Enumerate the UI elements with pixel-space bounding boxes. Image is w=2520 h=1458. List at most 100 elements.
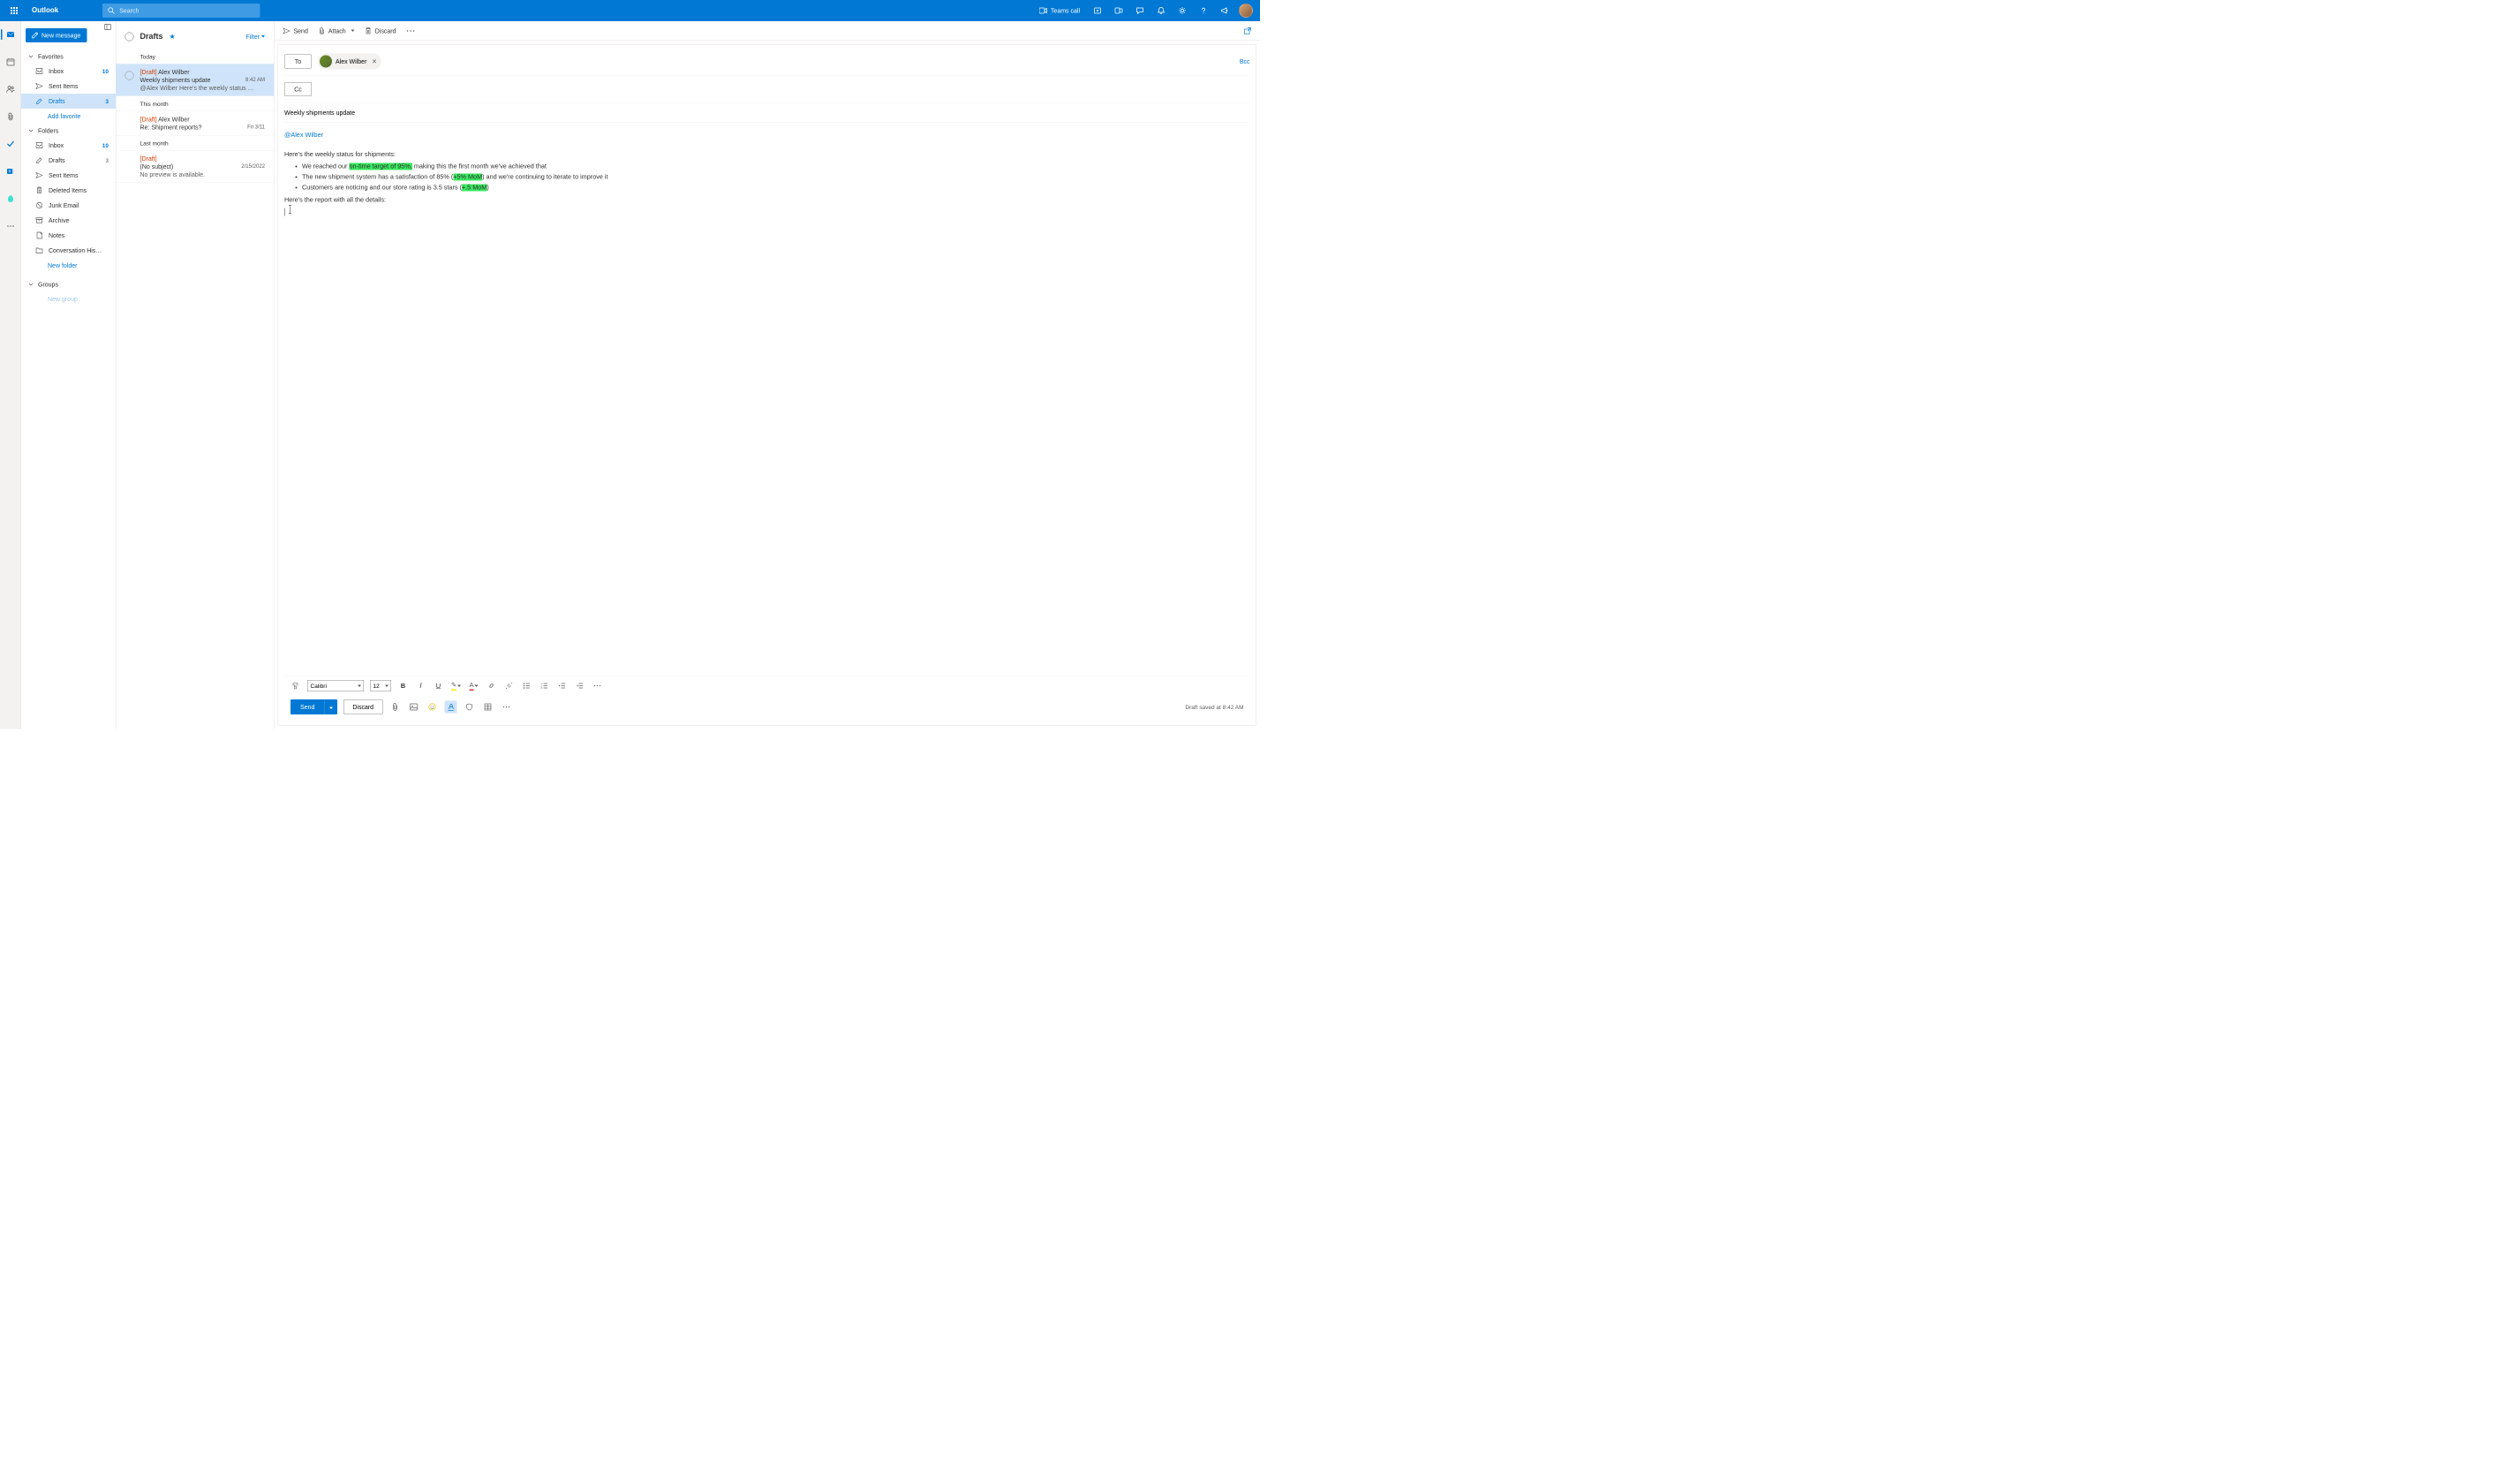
search-input[interactable] [119, 7, 255, 14]
indent-button[interactable] [574, 680, 585, 691]
favorites-section-header[interactable]: Favorites [21, 49, 116, 64]
folders-section-header[interactable]: Folders [21, 124, 116, 138]
nav-item-label: Sent Items [49, 172, 78, 179]
filter-button[interactable]: Filter [245, 33, 265, 40]
help-icon[interactable] [1193, 0, 1214, 21]
star-icon[interactable]: ★ [170, 32, 176, 41]
new-group-link[interactable]: New group [21, 291, 116, 306]
teams-icon[interactable] [1108, 0, 1129, 21]
folder-drafts[interactable]: Drafts 3 [21, 153, 116, 168]
sensitivity-button[interactable] [464, 701, 476, 714]
subject-row[interactable] [284, 103, 1250, 124]
folder-title: Drafts [140, 32, 163, 42]
search-box[interactable] [102, 4, 260, 18]
notifications-icon[interactable] [1151, 0, 1172, 21]
font-size-select[interactable] [370, 680, 391, 691]
new-folder-link[interactable]: New folder [21, 258, 116, 273]
groups-section-header[interactable]: Groups [21, 277, 116, 291]
bullet-list-button[interactable] [521, 680, 532, 691]
more-format-button[interactable] [592, 680, 603, 691]
font-select[interactable] [307, 680, 364, 691]
rail-yammer[interactable]: Y [0, 162, 21, 180]
mention[interactable]: @Alex Wilber [284, 132, 323, 139]
emoji-button[interactable] [426, 701, 439, 714]
bold-button[interactable]: B [397, 680, 409, 691]
message-checkbox[interactable] [125, 72, 134, 80]
attach-button[interactable]: Attach [319, 27, 355, 34]
rail-bookings[interactable] [0, 190, 21, 208]
more-send-button[interactable] [501, 701, 513, 714]
folder-junk[interactable]: Junk Email [21, 198, 116, 213]
send-split-button[interactable] [324, 699, 337, 714]
teams-call-button[interactable]: Teams call [1032, 0, 1087, 21]
attach-icon-button[interactable] [389, 701, 402, 714]
favorites-label: Favorites [38, 53, 64, 60]
message-item[interactable]: [Draft] (No subject)2/15/2022 No preview… [117, 151, 275, 184]
email-body-editor[interactable]: @Alex Wilber Here's the weekly status fo… [284, 123, 1250, 676]
more-toolbar-button[interactable] [406, 30, 414, 32]
left-rail: Y [0, 21, 21, 729]
rail-mail[interactable] [0, 26, 21, 43]
unlink-button[interactable] [503, 680, 515, 691]
folder-inbox[interactable]: Inbox 10 [21, 138, 116, 153]
bcc-link[interactable]: Bcc [1240, 58, 1250, 65]
nav-item-label: Conversation His… [49, 247, 102, 254]
to-button[interactable]: To [284, 55, 312, 69]
date-group-label: Last month [117, 136, 275, 151]
recipient-chip[interactable]: Alex Wilber × [318, 54, 381, 70]
rail-todo[interactable] [0, 135, 21, 153]
meet-now-icon[interactable] [1087, 0, 1108, 21]
message-time: Fri 3/11 [247, 124, 265, 131]
user-avatar[interactable] [1239, 4, 1253, 18]
settings-icon[interactable] [1172, 0, 1193, 21]
message-item[interactable]: [Draft] Alex Wilber Re: Shipment reports… [117, 111, 275, 136]
discard-top-button[interactable]: Discard [366, 27, 396, 34]
body-intro: Here's the weekly status for shipments: [284, 150, 1250, 160]
collapse-nav-icon[interactable] [104, 24, 111, 30]
megaphone-icon[interactable] [1214, 0, 1235, 21]
message-from: Alex Wilber [158, 69, 189, 76]
send-top-button[interactable]: Send [283, 27, 308, 34]
insert-picture-button[interactable] [408, 701, 420, 714]
add-favorite-link[interactable]: Add favorite [21, 109, 116, 124]
table-button[interactable] [482, 701, 494, 714]
message-item[interactable]: [Draft] Alex Wilber Weekly shipments upd… [117, 64, 275, 97]
rail-calendar[interactable] [0, 53, 21, 71]
remove-recipient-icon[interactable]: × [372, 57, 376, 66]
rail-files[interactable] [0, 108, 21, 125]
compose-icon [32, 33, 38, 39]
folder-sent[interactable]: Sent Items [21, 168, 116, 183]
underline-button[interactable]: U [433, 680, 444, 691]
folder-archive[interactable]: Archive [21, 213, 116, 228]
app-launcher-button[interactable] [4, 0, 25, 21]
fav-drafts[interactable]: Drafts 3 [21, 94, 116, 109]
rail-people[interactable] [0, 80, 21, 98]
folder-deleted[interactable]: Deleted Items [21, 183, 116, 198]
subject-input[interactable] [284, 110, 1250, 117]
font-color-button[interactable]: A [468, 680, 479, 691]
format-painter-button[interactable] [290, 680, 301, 691]
draft-tag: [Draft] [140, 155, 157, 162]
cc-button[interactable]: Cc [284, 82, 312, 96]
outdent-button[interactable] [556, 680, 568, 691]
select-all-checkbox[interactable] [125, 32, 134, 41]
compose-toolbar: Send Attach Discard [275, 21, 1261, 41]
chevron-down-icon [28, 282, 34, 287]
svg-text:3: 3 [541, 687, 543, 689]
folder-notes[interactable]: Notes [21, 228, 116, 243]
number-list-button[interactable]: 123 [539, 680, 550, 691]
italic-button[interactable]: I [415, 680, 426, 691]
fav-inbox[interactable]: Inbox 10 [21, 64, 116, 79]
signature-button[interactable] [445, 701, 457, 714]
link-button[interactable] [486, 680, 497, 691]
folder-conversation-history[interactable]: Conversation His… [21, 243, 116, 258]
discard-button[interactable]: Discard [343, 699, 383, 714]
send-button[interactable]: Send [290, 699, 324, 714]
folders-label: Folders [38, 127, 58, 134]
chat-icon[interactable] [1129, 0, 1151, 21]
highlight-color-button[interactable]: ✎ [450, 680, 462, 691]
new-message-button[interactable]: New message [26, 28, 87, 42]
rail-more[interactable] [0, 217, 21, 235]
fav-sent[interactable]: Sent Items [21, 79, 116, 94]
popout-button[interactable] [1244, 27, 1251, 34]
